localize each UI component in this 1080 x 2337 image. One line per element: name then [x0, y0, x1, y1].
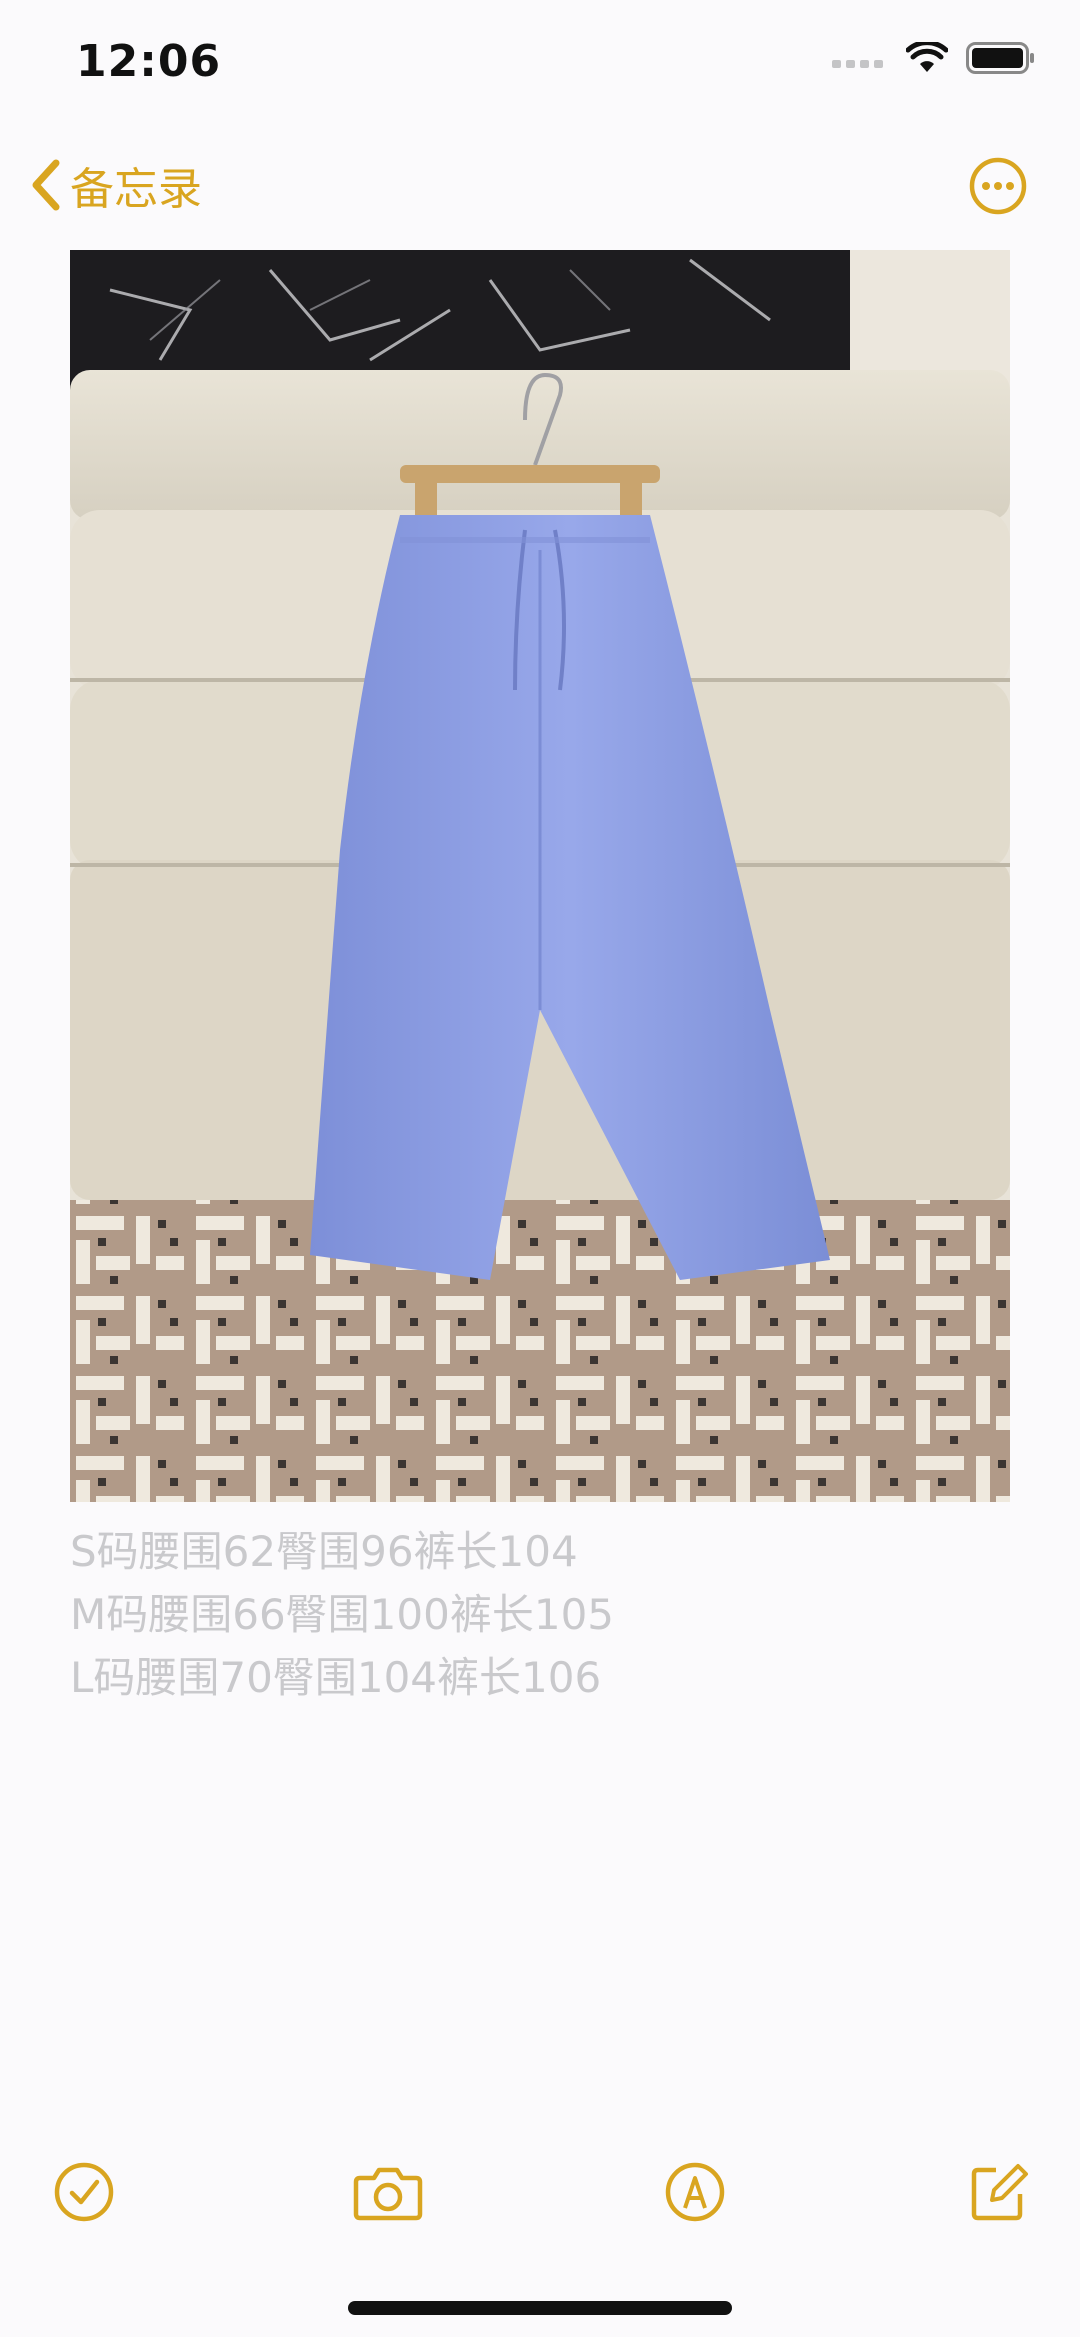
- status-time: 12:06: [76, 36, 222, 87]
- note-image-attachment[interactable]: [70, 250, 1010, 1502]
- status-bar: 12:06: [0, 0, 1080, 130]
- markup-button[interactable]: [663, 2160, 727, 2224]
- wifi-icon: [906, 42, 948, 72]
- note-line: S码腰围62臀围96裤长104: [70, 1527, 578, 1576]
- note-line: M码腰围66臀围100裤长105: [70, 1590, 615, 1639]
- nav-bar: 备忘录: [0, 140, 1080, 230]
- home-indicator[interactable]: [348, 2301, 732, 2315]
- status-icons: [832, 42, 1036, 74]
- cellular-signal-icon: [832, 60, 883, 68]
- note-line: L码腰围70臀围104裤长106: [70, 1653, 602, 1702]
- ellipsis-circle-icon: [969, 157, 1027, 215]
- compose-button[interactable]: [966, 2160, 1030, 2224]
- more-button[interactable]: [968, 156, 1028, 216]
- checkmark-circle-icon: [54, 2162, 114, 2222]
- note-body[interactable]: S码腰围62臀围96裤长104 M码腰围66臀围100裤长105 L码腰围70臀…: [70, 1520, 1010, 1709]
- compose-icon: [971, 2164, 1028, 2221]
- bottom-toolbar: [0, 2150, 1080, 2230]
- back-button[interactable]: 备忘录: [28, 140, 202, 230]
- battery-icon: [966, 42, 1034, 74]
- checklist-button[interactable]: [52, 2160, 116, 2224]
- chevron-left-icon: [32, 159, 60, 211]
- camera-button[interactable]: [352, 2160, 424, 2224]
- camera-icon: [353, 2167, 423, 2221]
- pen-circle-icon: [665, 2162, 725, 2222]
- product-photo: [70, 250, 1010, 1502]
- back-label: 备忘录: [70, 164, 202, 215]
